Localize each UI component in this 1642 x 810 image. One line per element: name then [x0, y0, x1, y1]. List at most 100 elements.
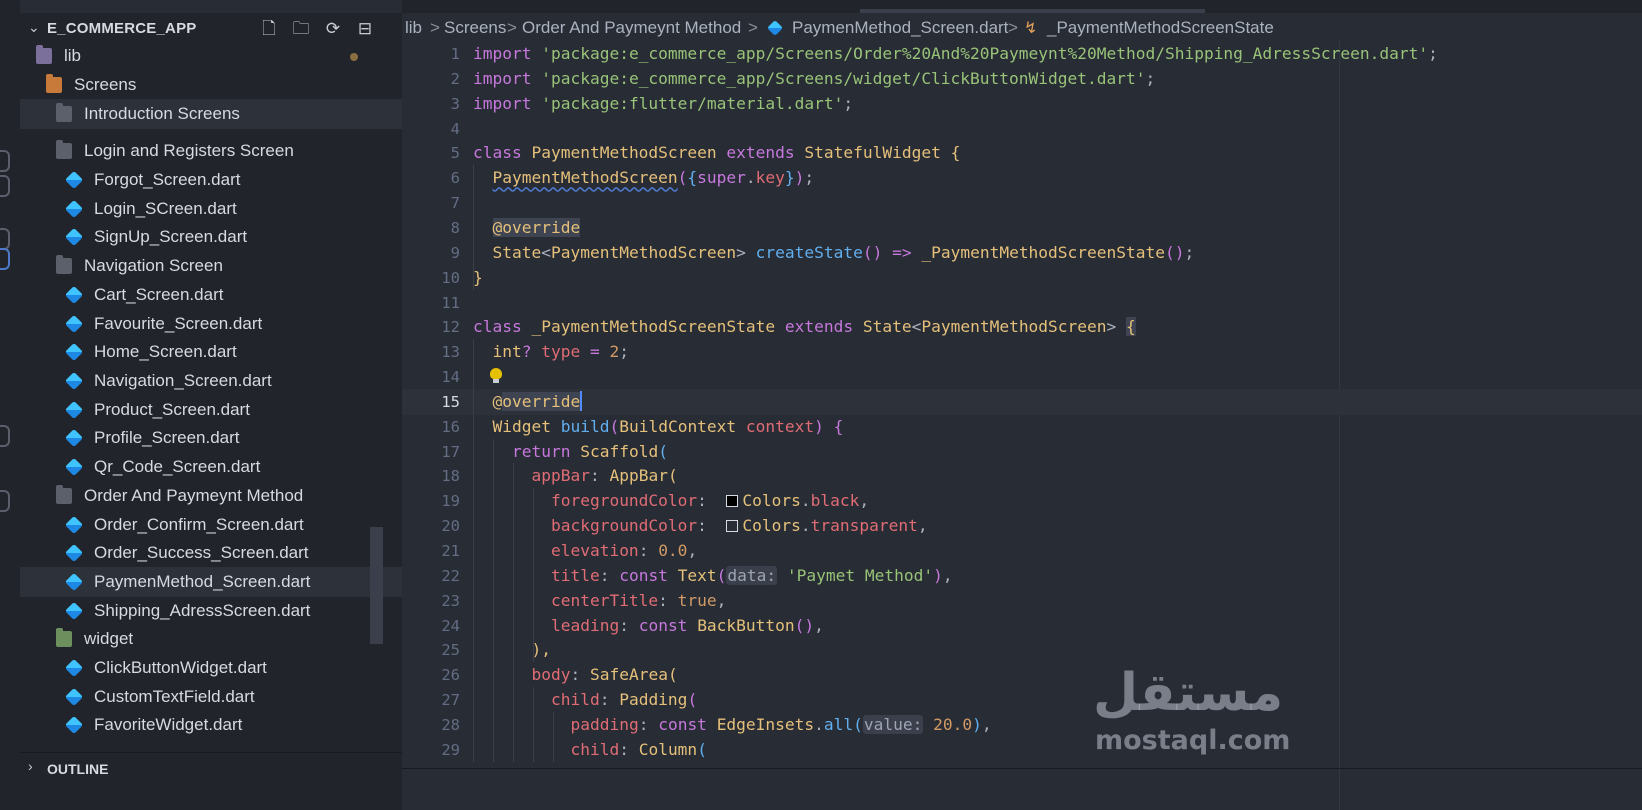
tree-folder-item[interactable]: Introduction Screens	[20, 99, 402, 129]
chevron-down-icon[interactable]: ⌄	[28, 19, 40, 36]
lightbulb-icon[interactable]	[490, 368, 502, 384]
sidebar-scrollbar[interactable]	[370, 527, 383, 644]
code-line[interactable]: 11	[402, 290, 1642, 316]
tree-file-item[interactable]: Home_Screen.dart	[20, 337, 402, 367]
code-line[interactable]: 1 import 'package:e_commerce_app/Screens/…	[402, 41, 1642, 67]
extensions-icon[interactable]	[0, 150, 10, 172]
breadcrumb: lib > Screens > Order And Paymeynt Metho…	[402, 14, 1642, 42]
tree-file-item[interactable]: FavoriteWidget.dart	[20, 710, 402, 740]
code-line[interactable]: 27 child: Padding(	[402, 687, 1642, 713]
tree-folder-item[interactable]: widget	[20, 624, 402, 654]
tree-file-item[interactable]: Login_SCreen.dart	[20, 194, 402, 224]
breadcrumb-item-file[interactable]: PaymenMethod_Screen.dart	[792, 18, 1008, 38]
code-area[interactable]: 1 import 'package:e_commerce_app/Screens/…	[402, 41, 1642, 810]
tree-file-item[interactable]: Cart_Screen.dart	[20, 280, 402, 310]
chevron-right-icon[interactable]: ›	[28, 758, 33, 774]
code-line[interactable]: 21 elevation: 0.0,	[402, 538, 1642, 564]
folder-icon	[46, 74, 62, 93]
code-line[interactable]: 23 centerTitle: true,	[402, 588, 1642, 614]
tree-file-item[interactable]: Forgot_Screen.dart	[20, 165, 402, 195]
tree-file-item[interactable]: Navigation_Screen.dart	[20, 366, 402, 396]
breadcrumb-item-screens[interactable]: Screens	[444, 18, 506, 38]
indent-guide	[533, 687, 534, 762]
tree-folder-item[interactable]: Login and Registers Screen	[20, 136, 402, 166]
code-token: Scaffold	[580, 441, 659, 461]
code-line[interactable]: 16 Widget build(BuildContext context) {	[402, 414, 1642, 440]
code-line[interactable]: 2 import 'package:e_commerce_app/Screens/…	[402, 66, 1642, 92]
tree-folder-item[interactable]: Navigation Screen	[20, 251, 402, 281]
color-swatch-icon[interactable]	[726, 520, 739, 533]
code-line[interactable]: 9 State<PaymentMethodScreen> createState…	[402, 240, 1642, 266]
code-line[interactable]: 10}	[402, 265, 1642, 291]
code-token: ?	[521, 342, 532, 362]
code-token: createState	[755, 242, 863, 262]
code-editor[interactable]: lib > Screens > Order And Paymeynt Metho…	[402, 0, 1642, 810]
tree-file-item[interactable]: Order_Confirm_Screen.dart	[20, 510, 402, 540]
code-token: State	[492, 242, 542, 262]
code-line[interactable]: 3 import 'package:flutter/material.dart';	[402, 91, 1642, 117]
settings-icon[interactable]	[0, 490, 10, 512]
code-token: <	[541, 242, 551, 262]
code-token: _PaymentMethodScreenState	[531, 317, 776, 337]
code-line[interactable]: 29 child: Column(	[402, 737, 1642, 763]
breadcrumb-item-class[interactable]: _PaymentMethodScreenState	[1047, 18, 1274, 38]
accounts-icon[interactable]	[0, 248, 10, 270]
dart-file-icon	[64, 515, 84, 535]
tree-folder-item[interactable]: Screens	[20, 70, 402, 100]
line-code: import 'package:e_commerce_app/Screens/w…	[473, 66, 1155, 92]
new-folder-icon[interactable]: 🗀	[290, 18, 312, 40]
remote-icon[interactable]	[0, 228, 10, 250]
code-line[interactable]: 13 int? type = 2;	[402, 339, 1642, 365]
code-line[interactable]: 17 return Scaffold(	[402, 439, 1642, 465]
testing-icon[interactable]	[0, 425, 10, 447]
tree-folder-item[interactable]: lib	[20, 41, 402, 71]
code-token: (	[667, 466, 678, 486]
color-swatch-icon[interactable]	[726, 495, 739, 508]
run-icon[interactable]	[0, 175, 10, 197]
code-token: child	[570, 739, 620, 759]
code-line[interactable]: 25 ),	[402, 637, 1642, 663]
tree-file-item[interactable]: Qr_Code_Screen.dart	[20, 452, 402, 482]
tree-file-item[interactable]: Shipping_AdressScreen.dart	[20, 596, 402, 626]
tree-folder-item[interactable]: Order And Paymeynt Method	[20, 481, 402, 511]
dart-file-icon	[64, 543, 84, 563]
code-token: :	[599, 690, 620, 710]
tree-file-item[interactable]: CustomTextField.dart	[20, 682, 402, 712]
new-file-icon[interactable]: 🗋	[258, 18, 280, 40]
code-line[interactable]: 8 @override	[402, 215, 1642, 241]
code-line[interactable]: 4	[402, 116, 1642, 142]
code-token: 'Paymet Method'	[786, 565, 934, 585]
code-line[interactable]: 14	[402, 364, 1642, 390]
tree-file-item[interactable]: SignUp_Screen.dart	[20, 222, 402, 252]
breadcrumb-item-folder[interactable]: Order And Paymeynt Method	[522, 18, 741, 38]
tree-file-item[interactable]: PaymenMethod_Screen.dart	[20, 567, 402, 597]
collapse-all-icon[interactable]: ⊟	[354, 18, 376, 40]
code-line[interactable]: 22 title: const Text(data: 'Paymet Metho…	[402, 563, 1642, 589]
outline-section[interactable]: › OUTLINE	[20, 752, 402, 783]
code-line[interactable]: 26 body: SafeArea(	[402, 662, 1642, 688]
code-line[interactable]: 24 leading: const BackButton(),	[402, 613, 1642, 639]
code-token: centerTitle	[550, 590, 659, 610]
code-line[interactable]: 28 padding: const EdgeInsets.all(value: …	[402, 712, 1642, 738]
code-line[interactable]: 18 appBar: AppBar(	[402, 463, 1642, 489]
explorer-header[interactable]: ⌄ E_COMMERCE_APP 🗋 🗀 ⟳ ⊟	[20, 14, 402, 42]
code-token: PaymentMethodScreen	[531, 143, 717, 163]
code-line[interactable]: 6 PaymentMethodScreen({super.key});	[402, 165, 1642, 191]
code-token: <	[911, 317, 922, 337]
breadcrumb-item-lib[interactable]: lib	[405, 18, 422, 38]
code-token: ,	[716, 590, 727, 610]
tree-file-item[interactable]: Product_Screen.dart	[20, 395, 402, 425]
tree-file-item[interactable]: Order_Success_Screen.dart	[20, 538, 402, 568]
line-code: padding: const EdgeInsets.all(value: 20.…	[473, 712, 992, 738]
code-line[interactable]: 7	[402, 190, 1642, 216]
code-line[interactable]: 5 class PaymentMethodScreen extends State…	[402, 140, 1642, 166]
tree-file-item[interactable]: Favourite_Screen.dart	[20, 309, 402, 339]
tree-file-item[interactable]: ClickButtonWidget.dart	[20, 653, 402, 683]
tree-file-item[interactable]: Profile_Screen.dart	[20, 423, 402, 453]
code-line[interactable]: 19 foregroundColor: Colors.black,	[402, 488, 1642, 514]
refresh-icon[interactable]: ⟳	[322, 18, 344, 40]
code-line[interactable]: 15 @override	[402, 388, 1642, 415]
code-line[interactable]: 12 class _PaymentMethodScreenState extend…	[402, 314, 1642, 340]
code-line[interactable]: 20 backgroundColor: Colors.transparent,	[402, 513, 1642, 539]
